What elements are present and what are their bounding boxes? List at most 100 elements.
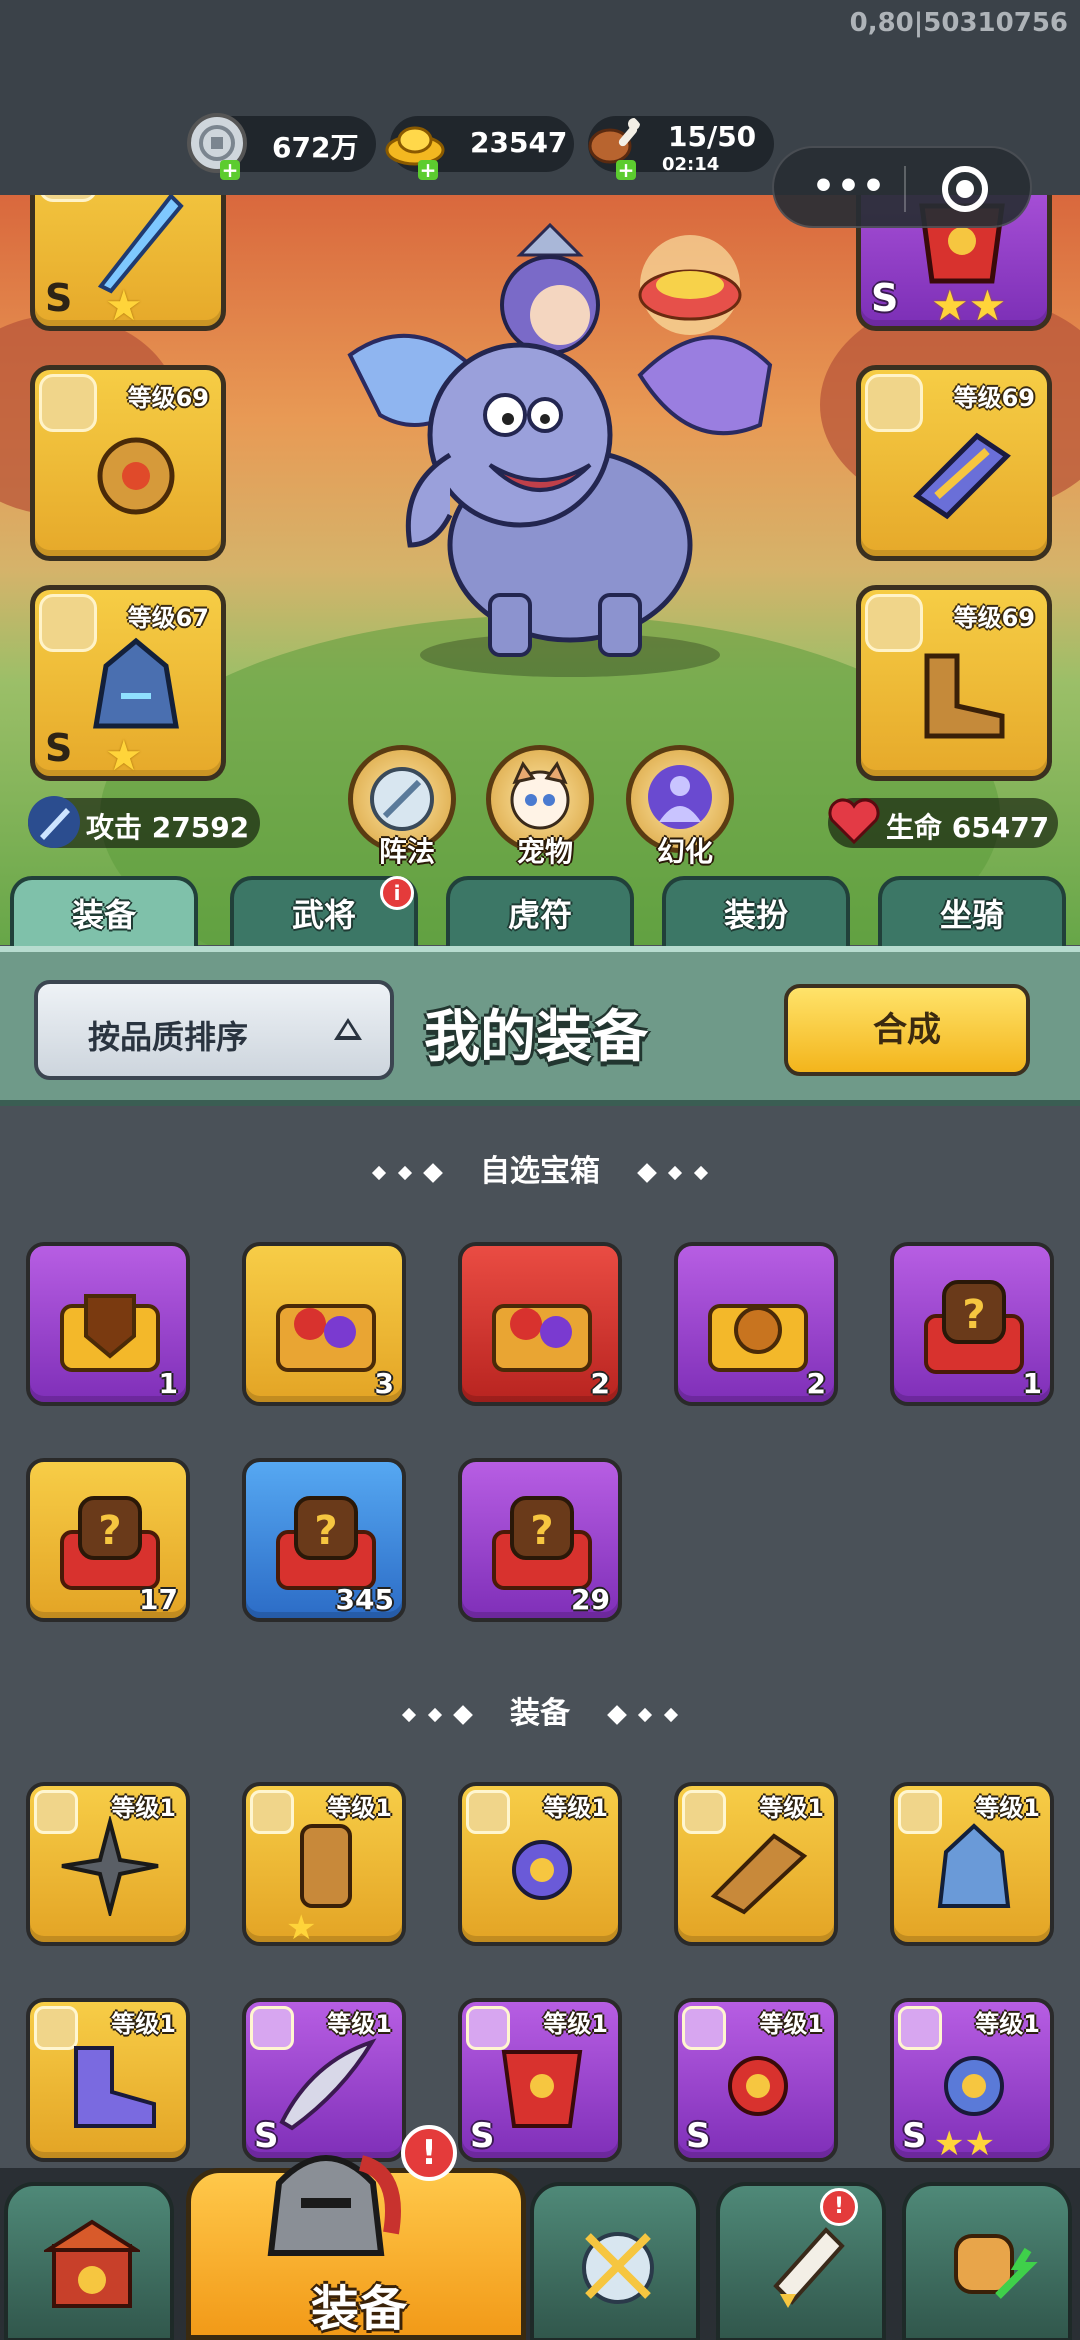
equipment-item[interactable]: 等级1 (458, 1782, 622, 1946)
puzzle-chest-icon (276, 1304, 376, 1372)
tab-label: 武将 (291, 896, 356, 934)
tab-label: 坐骑 (939, 896, 1004, 934)
equip-slot-boots[interactable]: 等级69 (856, 585, 1052, 781)
hp-value: 生命 65477 (886, 811, 1050, 844)
pet-label: 宠物 (516, 835, 573, 868)
attack-stat: 攻击 27592 (28, 796, 260, 848)
info-badge: i (380, 876, 414, 910)
crossed-swords-icon (582, 2232, 654, 2304)
chest-item[interactable]: 1 (26, 1242, 190, 1406)
equipment-item[interactable]: 等级1 (890, 1782, 1054, 1946)
nav-upgrade[interactable] (902, 2182, 1072, 2340)
game-screen: 0,80|50310756 + 672万 + 23547 + 15/50 02:… (0, 0, 1080, 2340)
attack-value: 攻击 27592 (86, 811, 250, 844)
tab-mount[interactable]: 坐骑 (878, 876, 1066, 946)
equip-slot-bracer[interactable]: 等级69 (856, 365, 1052, 561)
equipment-item[interactable]: 等级1 (26, 1782, 190, 1946)
hero-scene: S ★ 等级69 等级67 S ★ S ★★ 等级69 等级69 攻击 2759… (0, 195, 1080, 945)
equipment-item[interactable]: 等级1 S (674, 1998, 838, 2162)
equipment-item[interactable]: 等级1 (674, 1782, 838, 1946)
nav-city[interactable] (4, 2182, 174, 2340)
slot-level: 等级69 (953, 384, 1035, 412)
equipment-item[interactable]: 等级1 S ★★ (890, 1998, 1054, 2164)
chest-item[interactable]: 2 (458, 1242, 622, 1406)
equipment-panel-header: 按品质排序 我的装备 合成 (0, 946, 1080, 1106)
nav-tasks[interactable]: ! (716, 2182, 886, 2340)
food-value: 15/50 (668, 120, 757, 153)
add-food-button[interactable]: + (616, 160, 636, 180)
chest-item[interactable]: ? 29 (458, 1458, 622, 1622)
sword-icon (279, 2038, 377, 2131)
slot-level: 等级67 (127, 604, 209, 632)
attack-sword-icon (28, 796, 80, 848)
equipment-item[interactable]: 等级1 (26, 1998, 190, 2162)
silver-value: 672万 (272, 131, 359, 164)
transform-button[interactable]: 幻化 (626, 745, 734, 868)
combine-button[interactable]: 合成 (784, 984, 1030, 1076)
mystery-chest-icon: ? (276, 1496, 376, 1590)
main-tabs: 装备 武将 i 虎符 装扮 坐骑 (0, 876, 1080, 946)
close-target-icon[interactable] (942, 166, 988, 212)
tab-label: 虎符 (507, 896, 572, 934)
tab-tiger-tally[interactable]: 虎符 (446, 876, 634, 946)
helmet-icon (267, 2155, 401, 2256)
amulet-icon (97, 437, 175, 515)
caret-up-icon (334, 1018, 362, 1040)
capsule-divider (904, 166, 906, 212)
armor-icon (501, 2050, 583, 2128)
tab-label: 装扮 (723, 896, 788, 934)
more-menu-icon[interactable]: ••• (812, 166, 887, 207)
item-count: 29 (571, 1583, 610, 1616)
item-count: 17 (139, 1583, 178, 1616)
equipment-item[interactable]: 等级1 S (458, 1998, 622, 2162)
helmet-icon (93, 637, 179, 729)
inventory-list[interactable]: 自选宝箱 1 3 2 2 ? 1 ? 17 ? 345 ? 29 装备 等级1 … (0, 1106, 1080, 2166)
gold-counter[interactable]: + 23547 (385, 116, 574, 180)
nav-equipment[interactable]: 装备 ! (186, 2125, 526, 2340)
meat-icon (588, 118, 640, 164)
sort-dropdown[interactable]: 按品质排序 (34, 980, 394, 1080)
lion-chest-icon (708, 1304, 808, 1372)
bracer-icon (913, 432, 1011, 520)
puzzle-chest-icon (492, 1304, 592, 1372)
mini-program-capsule: ••• (772, 146, 1032, 228)
chest-item[interactable]: ? 1 (890, 1242, 1054, 1406)
tab-equipment[interactable]: 装备 (10, 876, 198, 946)
nav-battle[interactable] (530, 2182, 700, 2340)
svg-text:?: ? (530, 1508, 553, 1554)
alert-badge: ! (401, 2125, 457, 2181)
build-id-label: 0,80|50310756 (849, 8, 1068, 38)
food-counter[interactable]: + 15/50 02:14 (588, 116, 774, 180)
equip-slot-weapon[interactable]: S ★ (30, 195, 226, 331)
chest-item[interactable]: 2 (674, 1242, 838, 1406)
pet-button[interactable]: 宠物 (486, 745, 594, 868)
tab-generals[interactable]: 武将 i (230, 876, 418, 946)
equip-slot-amulet[interactable]: 等级69 (30, 365, 226, 561)
section-header-equipment: 装备 (0, 1688, 1080, 1732)
add-silver-button[interactable]: + (220, 160, 240, 180)
star-rating: ★ (105, 281, 143, 330)
hero-with-elephant-mount[interactable] (340, 215, 800, 685)
page-title: 我的装备 (424, 1005, 648, 1070)
shuriken-icon (61, 1816, 159, 1916)
tab-outfit[interactable]: 装扮 (662, 876, 850, 946)
equip-slot-helmet[interactable]: 等级67 S ★ (30, 585, 226, 781)
sort-label: 按品质排序 (88, 1018, 249, 1056)
section-header-chests: 自选宝箱 (0, 1146, 1080, 1190)
formation-button[interactable]: 阵法 (348, 745, 456, 868)
star-rating: ★ (105, 731, 143, 780)
mystery-chest-icon: ? (492, 1496, 592, 1590)
rarity-label: S (686, 2116, 711, 2156)
nav-equipment-label: 装备 (311, 2281, 408, 2337)
item-count: 345 (335, 1583, 394, 1616)
heart-icon (828, 798, 880, 845)
chest-item[interactable]: ? 17 (26, 1458, 190, 1622)
boots-icon (924, 653, 1005, 739)
chest-item[interactable]: 3 (242, 1242, 406, 1406)
mystery-chest-icon: ? (924, 1280, 1024, 1374)
equipment-item[interactable]: 等级1 ★ (242, 1782, 406, 1948)
add-gold-button[interactable]: + (418, 160, 438, 180)
silver-coin-icon (187, 113, 247, 173)
silver-counter[interactable]: + 672万 (187, 113, 376, 180)
chest-item[interactable]: ? 345 (242, 1458, 406, 1622)
